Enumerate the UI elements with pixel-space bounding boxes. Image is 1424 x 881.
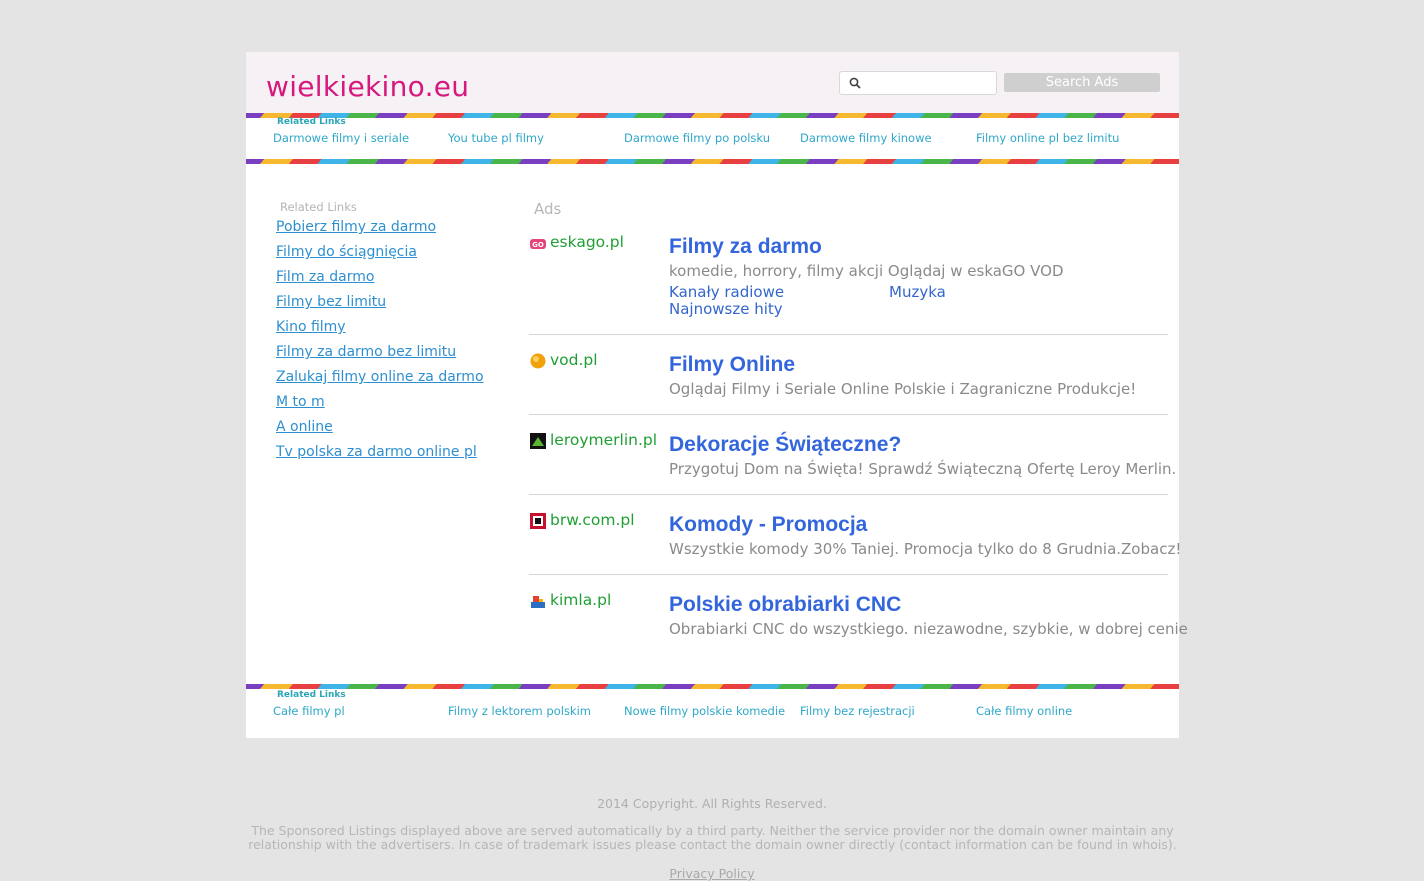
ad-domain[interactable]: brw.com.pl	[550, 511, 635, 529]
sidebar-link[interactable]: Filmy bez limitu	[276, 294, 386, 310]
top-link[interactable]: You tube pl filmy	[448, 131, 544, 145]
search-icon	[849, 77, 861, 89]
sidebar-link[interactable]: Filmy za darmo bez limitu	[276, 344, 456, 360]
site-title[interactable]: wielkiekino.eu	[266, 70, 469, 103]
main-container: wielkiekino.eu Search Ads Related Links …	[246, 52, 1188, 738]
ad-sublink[interactable]: Muzyka	[889, 283, 946, 301]
ad-divider	[529, 414, 1168, 415]
ad-listing: GO eskago.pl Filmy za darmo komedie, hor…	[529, 232, 1168, 332]
ad-description: Obrabiarki CNC do wszystkiego. niezawodn…	[669, 620, 1188, 638]
sidebar-link[interactable]: Tv polska za darmo online pl	[276, 444, 477, 460]
ad-description: Wszystkie komody 30% Taniej. Promocja ty…	[669, 540, 1182, 558]
sidebar-link[interactable]: Film za darmo	[276, 269, 374, 285]
ad-description: komedie, horrory, filmy akcji Oglądaj w …	[669, 262, 1064, 280]
bottom-link[interactable]: Całe filmy online	[976, 704, 1072, 718]
sidebar-link[interactable]: Zalukaj filmy online za darmo	[276, 369, 484, 385]
top-stripe-divider-bottom	[246, 159, 1179, 164]
top-link[interactable]: Darmowe filmy po polsku	[624, 131, 770, 145]
search-input[interactable]	[866, 73, 994, 93]
bottom-link[interactable]: Filmy z lektorem polskim	[448, 704, 591, 718]
svg-text:GO: GO	[532, 241, 544, 249]
ad-headline[interactable]: Polskie obrabiarki CNC	[669, 593, 901, 617]
footer-disclaimer: The Sponsored Listings displayed above a…	[248, 823, 1177, 852]
ad-headline[interactable]: Komody - Promocja	[669, 513, 867, 537]
ad-domain[interactable]: vod.pl	[550, 351, 598, 369]
bottom-stripe-divider	[246, 684, 1179, 689]
ad-sublink[interactable]: Kanały radiowe	[669, 283, 784, 301]
ad-headline[interactable]: Filmy za darmo	[669, 235, 822, 259]
footer-copyright: 2014 Copyright. All Rights Reserved.	[597, 796, 827, 811]
ad-headline[interactable]: Filmy Online	[669, 353, 795, 377]
eskago-favicon-icon: GO	[530, 239, 546, 249]
sidebar-link[interactable]: Kino filmy	[276, 319, 346, 335]
bottom-link[interactable]: Całe filmy pl	[273, 704, 345, 718]
privacy-policy-link[interactable]: Privacy Policy	[0, 866, 1424, 881]
ads-title: Ads	[534, 200, 562, 218]
top-stripe-divider	[246, 113, 1179, 118]
bottom-link[interactable]: Nowe filmy polskie komedie	[624, 704, 785, 718]
search-box[interactable]	[839, 71, 997, 95]
ad-listing: leroymerlin.pl Dekoracje Świąteczne? Prz…	[529, 430, 1176, 490]
top-link[interactable]: Darmowe filmy kinowe	[800, 131, 932, 145]
vod-favicon-icon	[530, 353, 546, 369]
top-link[interactable]: Filmy online pl bez limitu	[976, 131, 1119, 145]
ad-sublink[interactable]: Najnowsze hity	[669, 300, 783, 318]
ad-domain[interactable]: eskago.pl	[550, 233, 624, 251]
kimla-favicon-icon	[531, 596, 545, 608]
header: wielkiekino.eu Search Ads	[246, 52, 1179, 113]
sidebar-link[interactable]: Pobierz filmy za darmo	[276, 219, 436, 235]
ad-description: Oglądaj Filmy i Seriale Online Polskie i…	[669, 380, 1137, 398]
ad-listing: brw.com.pl Komody - Promocja Wszystkie k…	[529, 510, 1181, 570]
ad-listing: kimla.pl Polskie obrabiarki CNC Obrabiar…	[529, 590, 1188, 650]
ad-divider	[529, 334, 1168, 335]
sidebar-link[interactable]: A online	[276, 419, 333, 435]
ad-description: Przygotuj Dom na Święta! Sprawdź Świątec…	[669, 460, 1177, 478]
ad-domain[interactable]: kimla.pl	[550, 591, 611, 609]
ad-listing: vod.pl Filmy Online Oglądaj Filmy i Seri…	[529, 350, 1168, 410]
top-related-links-label: Related Links	[277, 117, 346, 127]
leroymerlin-favicon-icon	[530, 433, 546, 449]
bottom-related-links-label: Related Links	[277, 690, 346, 700]
top-link[interactable]: Darmowe filmy i seriale	[273, 131, 409, 145]
ad-domain[interactable]: leroymerlin.pl	[550, 431, 657, 449]
bottom-link[interactable]: Filmy bez rejestracji	[800, 704, 915, 718]
ad-divider	[529, 494, 1168, 495]
sidebar-link[interactable]: M to m	[276, 394, 325, 410]
ad-divider	[529, 574, 1168, 575]
search-ads-button[interactable]: Search Ads	[1004, 73, 1160, 92]
ad-headline[interactable]: Dekoracje Świąteczne?	[669, 433, 901, 457]
brw-favicon-icon	[530, 513, 546, 529]
sidebar-title: Related Links	[280, 200, 357, 214]
sidebar-link[interactable]: Filmy do ściągnięcia	[276, 244, 417, 260]
